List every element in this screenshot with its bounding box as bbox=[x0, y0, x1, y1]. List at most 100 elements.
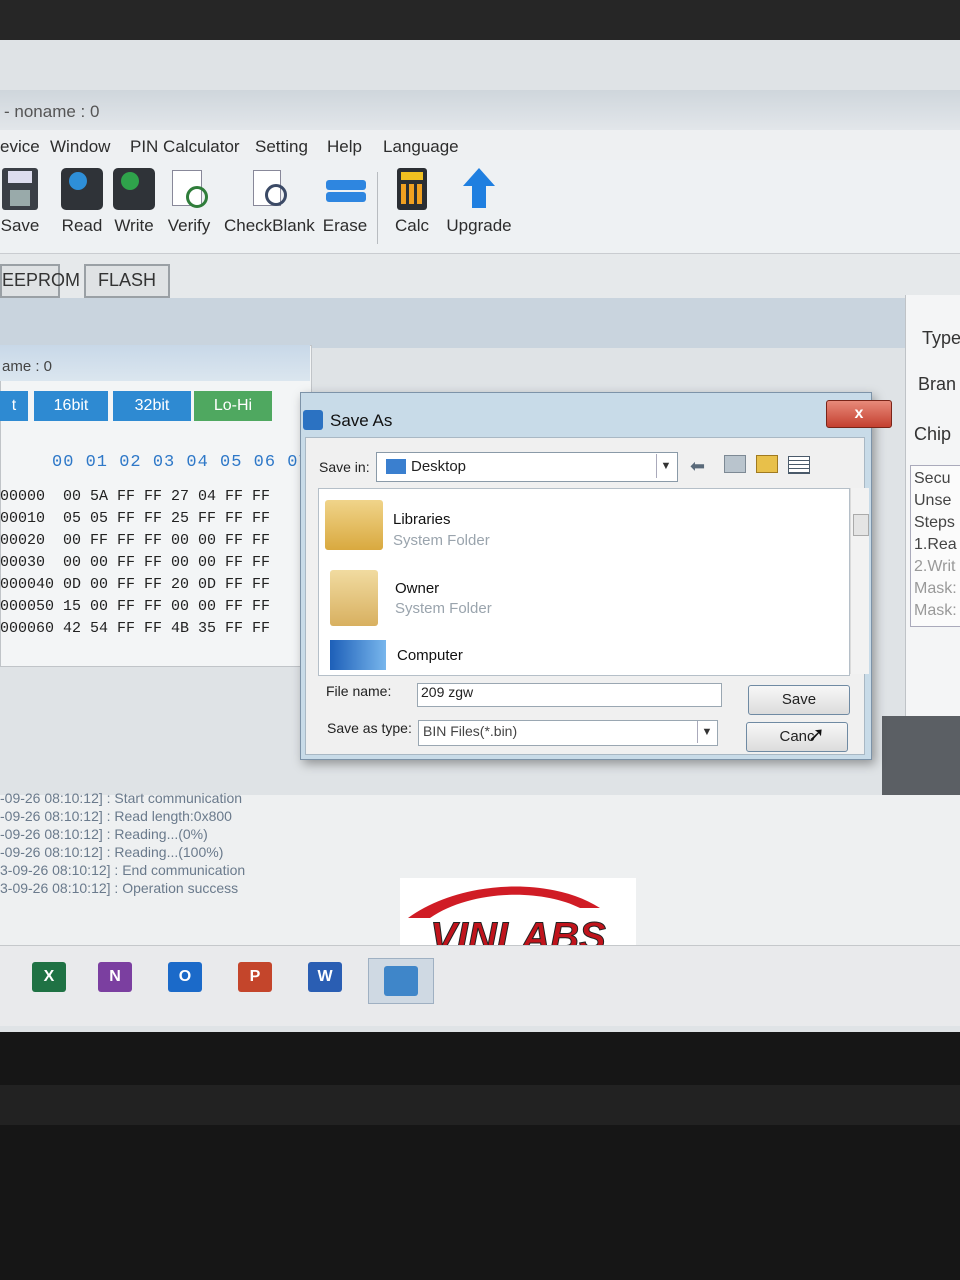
erase-button[interactable]: Erase bbox=[320, 168, 370, 236]
powerpoint-icon[interactable]: P bbox=[238, 962, 272, 992]
new-folder-icon[interactable] bbox=[756, 455, 778, 473]
monitor-bezel-top bbox=[0, 0, 960, 40]
save-in-label: Save in: bbox=[319, 459, 370, 475]
file-list-scrollbar[interactable] bbox=[850, 488, 869, 674]
save-in-value: Desktop bbox=[411, 458, 467, 475]
calculator-icon bbox=[397, 168, 427, 210]
hex-row: 000040 0D 00 FF FF 20 0D FF FF bbox=[0, 576, 271, 593]
libraries-folder-icon bbox=[325, 500, 383, 550]
save-button-dialog[interactable]: Save bbox=[748, 685, 850, 715]
programmer-app-icon[interactable] bbox=[384, 966, 418, 996]
floppy-disk-icon bbox=[2, 168, 38, 210]
workspace-background bbox=[0, 298, 960, 348]
checkblank-label: CheckBlank bbox=[224, 216, 315, 235]
chip-label: Chip bbox=[914, 424, 952, 444]
info-line: Secu bbox=[914, 470, 951, 487]
user-folder-icon bbox=[330, 570, 378, 626]
eraser-icon bbox=[324, 168, 366, 210]
desktop-icon bbox=[386, 459, 406, 474]
chevron-down-icon[interactable]: ▼ bbox=[656, 454, 675, 478]
hex-row: 000050 15 00 FF FF 00 00 FF FF bbox=[0, 598, 271, 615]
info-line: 1.Rea bbox=[914, 536, 957, 553]
verify-button[interactable]: Verify bbox=[165, 168, 213, 236]
hex-row: 00030 00 00 FF FF 00 00 FF FF bbox=[0, 554, 271, 571]
write-button[interactable]: Write bbox=[110, 168, 158, 236]
write-chip-icon bbox=[113, 168, 155, 210]
read-label: Read bbox=[61, 216, 103, 235]
calc-label: Calc bbox=[394, 216, 429, 235]
info-line: Mask: bbox=[914, 580, 957, 597]
upgrade-arrow-icon bbox=[458, 168, 500, 210]
hex-row: 000060 42 54 FF FF 4B 35 FF FF bbox=[0, 620, 271, 637]
menu-setting[interactable]: Setting bbox=[255, 137, 308, 157]
upgrade-button[interactable]: Upgrade bbox=[444, 168, 514, 236]
mouse-cursor-icon: ➚ bbox=[808, 724, 825, 746]
menu-language[interactable]: Language bbox=[383, 137, 459, 157]
excel-icon[interactable]: X bbox=[32, 962, 66, 992]
calc-button[interactable]: Calc bbox=[390, 168, 434, 236]
log-line: 3-09-26 08:10:12] : Operation success bbox=[0, 880, 239, 896]
hex-lo-hi-button[interactable]: Lo-Hi bbox=[194, 391, 272, 421]
dialog-title: Save As bbox=[330, 411, 393, 430]
monitor-bezel-bottom bbox=[0, 1032, 960, 1280]
erase-label: Erase bbox=[322, 216, 368, 235]
tab-flash[interactable]: FLASH bbox=[84, 264, 171, 298]
app-titlebar bbox=[0, 90, 960, 130]
up-folder-icon[interactable] bbox=[724, 455, 746, 473]
file-item-computer[interactable]: Computer bbox=[397, 647, 463, 664]
file-item-owner[interactable]: Owner bbox=[395, 580, 439, 597]
brand-label: Bran bbox=[918, 374, 957, 394]
hex-column-header: 00 01 02 03 04 05 06 07 bbox=[52, 453, 310, 472]
log-line: -09-26 08:10:12] : Start communication bbox=[0, 790, 243, 806]
back-arrow-icon[interactable]: ⬅ bbox=[690, 456, 705, 477]
info-line: Mask: bbox=[914, 602, 957, 619]
log-line: -09-26 08:10:12] : Read length:0x800 bbox=[0, 808, 232, 824]
hex-32bit-button[interactable]: 32bit bbox=[113, 391, 191, 421]
checkblank-button[interactable]: CheckBlank bbox=[224, 168, 315, 236]
cancel-button[interactable]: Canc bbox=[746, 722, 848, 752]
log-line: -09-26 08:10:12] : Reading...(100%) bbox=[0, 844, 224, 860]
close-button[interactable]: x bbox=[826, 400, 892, 428]
file-item-type: System Folder bbox=[393, 532, 490, 549]
upgrade-label: Upgrade bbox=[446, 216, 512, 235]
info-line: 2.Writ bbox=[914, 558, 956, 575]
file-name-label: File name: bbox=[326, 683, 392, 699]
tab-eeprom[interactable]: EEPROM bbox=[0, 264, 80, 298]
hex-row: 00000 00 5A FF FF 27 04 FF FF bbox=[0, 488, 271, 505]
save-as-type-value: BIN Files(*.bin) bbox=[423, 723, 518, 739]
computer-icon bbox=[330, 640, 386, 670]
info-line: Unse bbox=[914, 492, 952, 509]
file-item-libraries[interactable]: Libraries bbox=[393, 511, 451, 528]
hex-row: 00020 00 FF FF FF 00 00 FF FF bbox=[0, 532, 271, 549]
file-name-value: 209 zgw bbox=[421, 684, 474, 700]
checkblank-magnifier-icon bbox=[247, 168, 289, 210]
word-icon[interactable]: W bbox=[308, 962, 342, 992]
save-button[interactable]: Save bbox=[0, 168, 40, 236]
laptop-hinge bbox=[0, 1085, 960, 1125]
view-menu-icon[interactable] bbox=[788, 456, 810, 474]
hex-8bit-button[interactable]: t bbox=[0, 391, 28, 421]
info-line: Steps bbox=[914, 514, 955, 531]
onenote-icon[interactable]: N bbox=[98, 962, 132, 992]
write-label: Write bbox=[114, 216, 154, 235]
read-button[interactable]: Read bbox=[58, 168, 106, 236]
menu-help[interactable]: Help bbox=[327, 137, 362, 157]
verify-magnifier-icon bbox=[168, 168, 210, 210]
taskbar bbox=[0, 945, 960, 1026]
verify-label: Verify bbox=[167, 216, 211, 235]
read-chip-icon bbox=[61, 168, 103, 210]
type-label: Type bbox=[922, 328, 960, 348]
menu-device[interactable]: evice bbox=[0, 137, 40, 157]
menu-window[interactable]: Window bbox=[50, 137, 110, 157]
toolbar-separator bbox=[377, 172, 378, 244]
scrollbar-thumb[interactable] bbox=[853, 514, 869, 536]
file-item-type: System Folder bbox=[395, 600, 492, 617]
log-line: 3-09-26 08:10:12] : End communication bbox=[0, 862, 246, 878]
chevron-down-icon[interactable]: ▼ bbox=[697, 721, 716, 743]
app-title: - noname : 0 bbox=[4, 102, 100, 121]
menu-pin-calculator[interactable]: PIN Calculator bbox=[130, 137, 240, 157]
hex-16bit-button[interactable]: 16bit bbox=[34, 391, 108, 421]
outlook-icon[interactable]: O bbox=[168, 962, 202, 992]
hex-panel-title: ame : 0 bbox=[2, 358, 53, 375]
log-line: -09-26 08:10:12] : Reading...(0%) bbox=[0, 826, 208, 842]
